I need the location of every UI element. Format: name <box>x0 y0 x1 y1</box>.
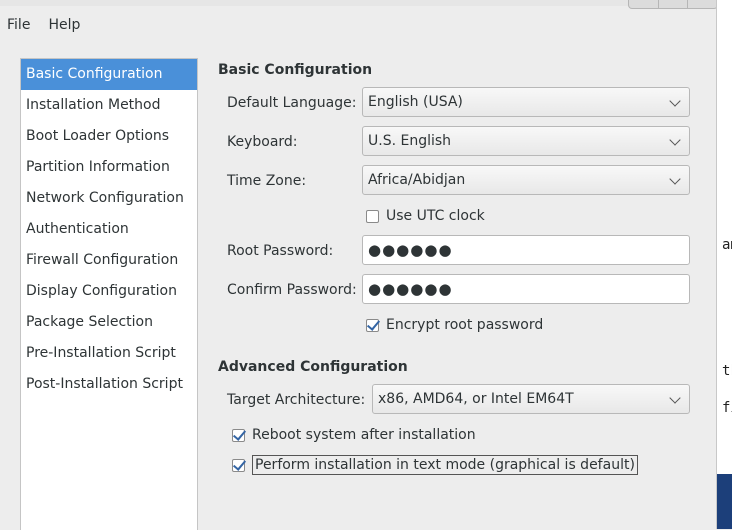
keyboard-value: U.S. English <box>368 133 452 149</box>
keyboard-label: Keyboard: <box>227 134 298 150</box>
sidebar-item-partition-information[interactable]: Partition Information <box>21 152 197 183</box>
background-window: am tk fi <box>716 0 732 529</box>
chevron-down-icon <box>669 95 681 107</box>
target-architecture-label: Target Architecture: <box>227 392 366 408</box>
sidebar-item-boot-loader-options[interactable]: Boot Loader Options <box>21 121 197 152</box>
menu-file[interactable]: File <box>0 17 37 33</box>
sidebar-item-post-installation-script[interactable]: Post-Installation Script <box>21 369 197 400</box>
sidebar-item-package-selection[interactable]: Package Selection <box>21 307 197 338</box>
reboot-after-install-label: Reboot system after installation <box>252 427 476 443</box>
sidebar: Basic Configuration Installation Method … <box>20 58 198 530</box>
menu-bar: File Help <box>0 8 716 42</box>
encrypt-root-password-label: Encrypt root password <box>386 317 544 333</box>
encrypt-root-password-checkbox[interactable]: Encrypt root password <box>366 317 543 333</box>
sidebar-item-authentication[interactable]: Authentication <box>21 214 197 245</box>
default-language-value: English (USA) <box>368 94 463 110</box>
sidebar-item-firewall-configuration[interactable]: Firewall Configuration <box>21 245 197 276</box>
text-mode-install-label: Perform installation in text mode (graph… <box>252 455 638 475</box>
background-panel <box>717 474 732 529</box>
checkbox-checked-icon <box>232 428 245 442</box>
utc-clock-label: Use UTC clock <box>386 208 485 224</box>
root-password-label: Root Password: <box>227 243 334 259</box>
time-zone-label: Time Zone: <box>227 173 307 189</box>
utc-clock-checkbox[interactable]: Use UTC clock <box>366 208 485 224</box>
sidebar-item-display-configuration[interactable]: Display Configuration <box>21 276 197 307</box>
menu-help[interactable]: Help <box>41 17 87 33</box>
chevron-down-icon <box>669 134 681 146</box>
default-language-combo[interactable]: English (USA) <box>362 87 690 117</box>
time-zone-value: Africa/Abidjan <box>368 172 466 188</box>
background-text: fi <box>722 400 732 416</box>
sidebar-item-network-configuration[interactable]: Network Configuration <box>21 183 197 214</box>
checkbox-icon <box>366 209 379 223</box>
background-text: tk <box>722 363 732 379</box>
confirm-password-value: ●●●●●● <box>368 280 453 298</box>
checkbox-checked-icon <box>232 458 245 472</box>
advanced-configuration-heading: Advanced Configuration <box>218 359 408 375</box>
title-bar <box>0 0 716 6</box>
root-password-value: ●●●●●● <box>368 241 453 259</box>
time-zone-combo[interactable]: Africa/Abidjan <box>362 165 690 195</box>
confirm-password-field[interactable]: ●●●●●● <box>362 274 690 304</box>
checkbox-checked-icon <box>366 318 379 332</box>
default-language-label: Default Language: <box>227 95 357 111</box>
target-architecture-combo[interactable]: x86, AMD64, or Intel EM64T <box>372 384 690 414</box>
sidebar-item-installation-method[interactable]: Installation Method <box>21 90 197 121</box>
chevron-down-icon <box>669 173 681 185</box>
confirm-password-label: Confirm Password: <box>227 282 357 298</box>
text-mode-install-checkbox[interactable]: Perform installation in text mode (graph… <box>232 455 638 475</box>
root-password-field[interactable]: ●●●●●● <box>362 235 690 265</box>
basic-configuration-heading: Basic Configuration <box>218 62 373 78</box>
sidebar-item-basic-configuration[interactable]: Basic Configuration <box>21 59 197 90</box>
keyboard-combo[interactable]: U.S. English <box>362 126 690 156</box>
chevron-down-icon <box>669 392 681 404</box>
background-text: am <box>722 237 732 253</box>
sidebar-item-pre-installation-script[interactable]: Pre-Installation Script <box>21 338 197 369</box>
reboot-after-install-checkbox[interactable]: Reboot system after installation <box>232 427 476 443</box>
target-architecture-value: x86, AMD64, or Intel EM64T <box>378 391 574 407</box>
